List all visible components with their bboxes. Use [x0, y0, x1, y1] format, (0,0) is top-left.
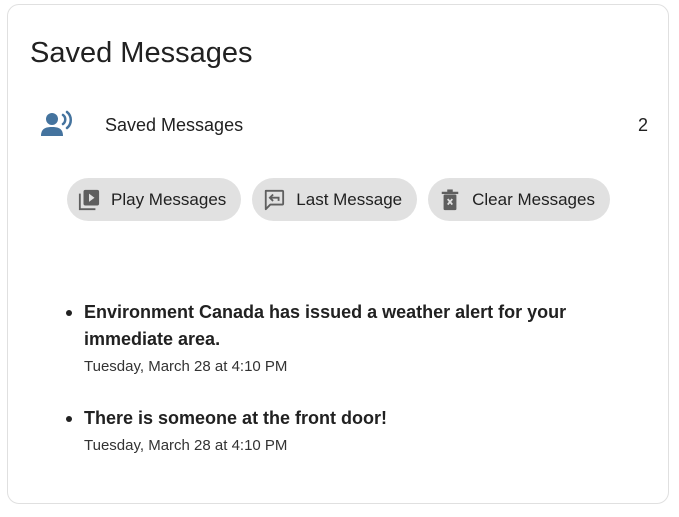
last-message-button[interactable]: Last Message — [252, 178, 418, 221]
clear-messages-label: Clear Messages — [472, 189, 595, 209]
list-item: Environment Canada has issued a weather … — [66, 299, 604, 377]
clear-messages-button[interactable]: Clear Messages — [428, 178, 610, 221]
saved-messages-card: Saved Messages Saved Messages 2 Play Mes… — [7, 4, 669, 504]
action-buttons: Play Messages Last Message Clear Message… — [67, 178, 610, 221]
entity-name: Saved Messages — [105, 115, 244, 135]
play-messages-label: Play Messages — [111, 189, 227, 209]
message-reply-icon — [262, 188, 286, 212]
play-messages-button[interactable]: Play Messages — [67, 178, 242, 221]
bullet — [66, 310, 72, 316]
list-item: There is someone at the front door! Tues… — [66, 405, 604, 456]
message-timestamp: Tuesday, March 28 at 4:10 PM — [84, 437, 288, 454]
bullet — [66, 416, 72, 422]
message-timestamp: Tuesday, March 28 at 4:10 PM — [84, 358, 288, 375]
trash-icon — [438, 188, 462, 212]
entity-row-saved-messages[interactable]: Saved Messages 2 — [8, 105, 668, 145]
play-box-multiple-icon — [77, 188, 101, 212]
message-text: There is someone at the front door! — [84, 408, 388, 428]
message-text: Environment Canada has issued a weather … — [84, 302, 567, 349]
last-message-label: Last Message — [296, 189, 403, 209]
card-title: Saved Messages — [30, 37, 253, 69]
account-voice-icon — [40, 110, 74, 140]
entity-state-count: 2 — [637, 115, 648, 135]
